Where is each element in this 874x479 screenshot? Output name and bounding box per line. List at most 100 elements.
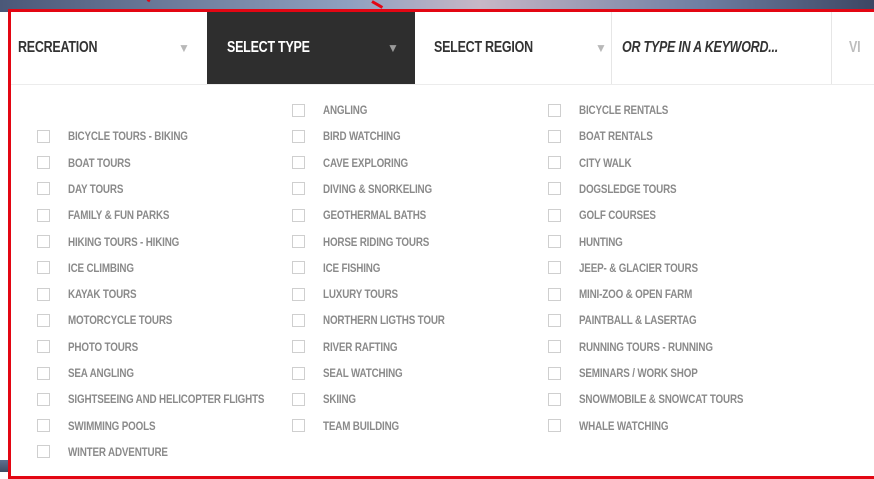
type-checkbox[interactable]	[548, 129, 561, 143]
type-option[interactable]: SEMINARS / WORK SHOP	[548, 363, 724, 383]
type-option[interactable]: PAINTBALL & LASERTAG	[548, 310, 722, 330]
type-option[interactable]: BICYCLE TOURS - BIKING	[37, 126, 214, 146]
type-checkbox[interactable]	[548, 392, 561, 406]
select-region-dropdown[interactable]: SELECT REGION	[434, 12, 533, 84]
type-option[interactable]: WHALE WATCHING	[548, 416, 688, 436]
view-button[interactable]: VI	[849, 12, 861, 84]
type-option[interactable]: JEEP- & GLACIER TOURS	[548, 258, 724, 278]
type-checkbox[interactable]	[37, 340, 50, 354]
type-option[interactable]: PHOTO TOURS	[37, 337, 153, 357]
type-checkbox[interactable]	[37, 129, 50, 143]
type-option-label: ICE FISHING	[323, 260, 381, 275]
type-option[interactable]: HIKING TOURS - HIKING	[37, 232, 204, 252]
type-option-label: SNOWMOBILE & SNOWCAT TOURS	[579, 392, 744, 407]
type-checkbox[interactable]	[292, 103, 305, 117]
type-checkbox[interactable]	[292, 182, 305, 196]
type-checkbox[interactable]	[548, 287, 561, 301]
type-checkbox[interactable]	[292, 156, 305, 170]
view-label: VI	[849, 39, 861, 56]
type-checkbox[interactable]	[292, 129, 305, 143]
type-option-label: HIKING TOURS - HIKING	[68, 234, 180, 249]
type-option[interactable]: RIVER RAFTING	[292, 337, 414, 357]
type-checkbox[interactable]	[548, 313, 561, 327]
type-option[interactable]: SNOWMOBILE & SNOWCAT TOURS	[548, 389, 779, 409]
type-option[interactable]: BOAT RENTALS	[548, 126, 669, 146]
type-checkbox[interactable]	[548, 156, 561, 170]
type-checkbox[interactable]	[37, 287, 50, 301]
type-option[interactable]: DAY TOURS	[37, 179, 135, 199]
type-checkbox[interactable]	[37, 182, 50, 196]
select-type-label: SELECT TYPE	[227, 39, 310, 56]
type-option-label: NORTHERN LIGTHS TOUR	[323, 313, 445, 328]
type-checkbox[interactable]	[37, 156, 50, 170]
type-option-label: PAINTBALL & LASERTAG	[579, 313, 697, 328]
type-option-label: HORSE RIDING TOURS	[323, 234, 430, 249]
type-option[interactable]: TEAM BUILDING	[292, 416, 416, 436]
type-option-label: SEA ANGLING	[68, 366, 134, 380]
type-checkbox[interactable]	[292, 366, 305, 380]
type-option[interactable]: SEA ANGLING	[37, 363, 148, 383]
type-option[interactable]: CAVE EXPLORING	[292, 153, 427, 173]
type-checkbox[interactable]	[292, 287, 305, 301]
type-option[interactable]: CITY WALK	[548, 153, 643, 173]
type-option[interactable]: DIVING & SNORKELING	[292, 179, 456, 199]
type-option-label: CAVE EXPLORING	[323, 155, 409, 170]
type-option-label: RUNNING TOURS - RUNNING	[579, 339, 713, 354]
type-option-label: PHOTO TOURS	[68, 339, 139, 354]
type-option[interactable]: MINI-ZOO & OPEN FARM	[548, 284, 717, 304]
type-checkbox[interactable]	[37, 313, 50, 327]
select-region-label: SELECT REGION	[434, 39, 533, 56]
type-checkbox[interactable]	[292, 419, 305, 433]
type-checkbox[interactable]	[292, 392, 305, 406]
keyword-search-input[interactable]: OR TYPE IN A KEYWORD...	[622, 12, 778, 84]
type-checkbox[interactable]	[292, 261, 305, 275]
type-option[interactable]: RUNNING TOURS - RUNNING	[548, 337, 742, 357]
type-checkbox[interactable]	[548, 182, 561, 196]
type-checkbox[interactable]	[548, 103, 561, 117]
type-checkbox[interactable]	[37, 208, 50, 222]
type-checkbox[interactable]	[292, 235, 305, 248]
type-option[interactable]: BOAT TOURS	[37, 153, 144, 173]
type-checkbox[interactable]	[292, 340, 305, 354]
type-option[interactable]: BIRD WATCHING	[292, 126, 418, 146]
type-option[interactable]: SEAL WATCHING	[292, 363, 420, 383]
type-checkbox[interactable]	[37, 261, 50, 275]
type-option[interactable]: ANGLING	[292, 100, 377, 120]
type-checkbox[interactable]	[37, 366, 50, 380]
type-option[interactable]: ICE FISHING	[292, 258, 393, 278]
type-option[interactable]: HUNTING	[548, 232, 632, 252]
type-option[interactable]: KAYAK TOURS	[37, 284, 151, 304]
type-option[interactable]: LUXURY TOURS	[292, 284, 414, 304]
type-option[interactable]: SWIMMING POOLS	[37, 416, 175, 436]
type-checkbox[interactable]	[37, 419, 50, 433]
select-type-button[interactable]: SELECT TYPE	[227, 12, 310, 84]
type-option[interactable]: GOLF COURSES	[548, 205, 673, 225]
type-checkbox[interactable]	[548, 235, 561, 248]
type-checkbox[interactable]	[548, 340, 561, 354]
type-option[interactable]: WINTER ADVENTURE	[37, 442, 190, 462]
type-option[interactable]: BICYCLE RENTALS	[548, 100, 688, 120]
type-option[interactable]: SKIING	[292, 389, 363, 409]
type-option[interactable]: DOGSLEDGE TOURS	[548, 179, 698, 199]
recreation-dropdown[interactable]: RECREATION	[18, 12, 97, 84]
type-option[interactable]: MOTORCYCLE TOURS	[37, 310, 195, 330]
type-checkbox[interactable]	[548, 261, 561, 275]
type-checkbox[interactable]	[292, 313, 305, 327]
type-option[interactable]: ICE CLIMBING	[37, 258, 148, 278]
type-option[interactable]: FAMILY & FUN PARKS	[37, 205, 192, 225]
type-option[interactable]: NORTHERN LIGTHS TOUR	[292, 310, 471, 330]
type-checkbox[interactable]	[292, 208, 305, 222]
type-checkbox[interactable]	[37, 445, 50, 459]
type-option[interactable]: GEOTHERMAL BATHS	[292, 205, 449, 225]
type-checkbox[interactable]	[548, 208, 561, 222]
type-option-label: JEEP- & GLACIER TOURS	[579, 260, 698, 275]
type-checkbox[interactable]	[548, 366, 561, 380]
type-option[interactable]: HORSE RIDING TOURS	[292, 232, 453, 252]
type-checkbox[interactable]	[37, 392, 50, 406]
type-checkbox[interactable]	[37, 235, 50, 248]
type-checkbox[interactable]	[548, 419, 561, 433]
type-option[interactable]: SIGHTSEEING AND HELICOPTER FLIGHTS	[37, 389, 307, 409]
type-option-label: SKIING	[323, 392, 356, 407]
type-option-label: CITY WALK	[579, 155, 632, 170]
type-option-label: BOAT RENTALS	[579, 129, 653, 144]
